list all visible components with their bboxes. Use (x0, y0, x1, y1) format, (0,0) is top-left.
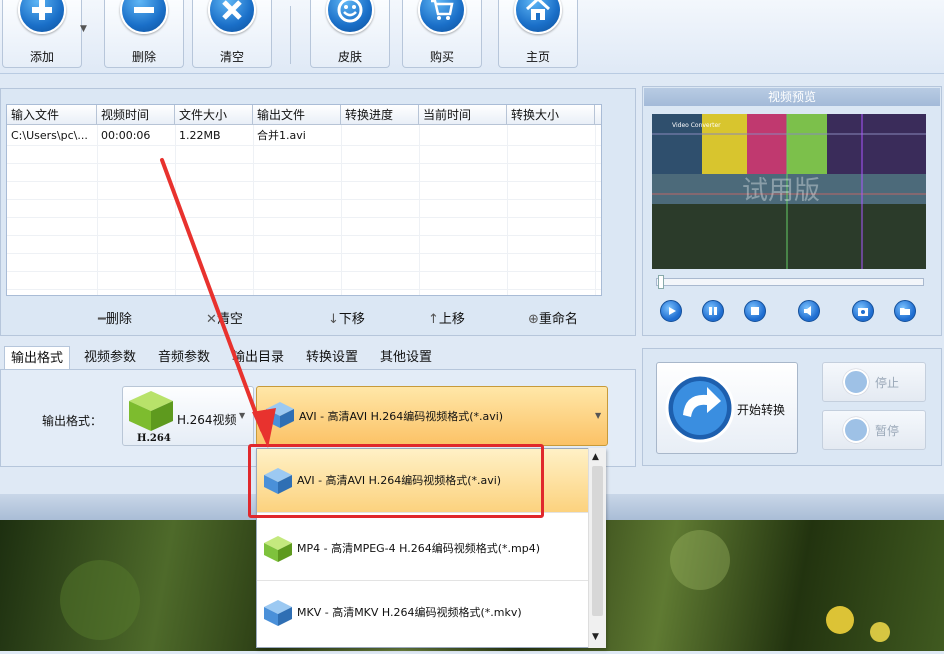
red-arrow-annotation (160, 158, 276, 448)
